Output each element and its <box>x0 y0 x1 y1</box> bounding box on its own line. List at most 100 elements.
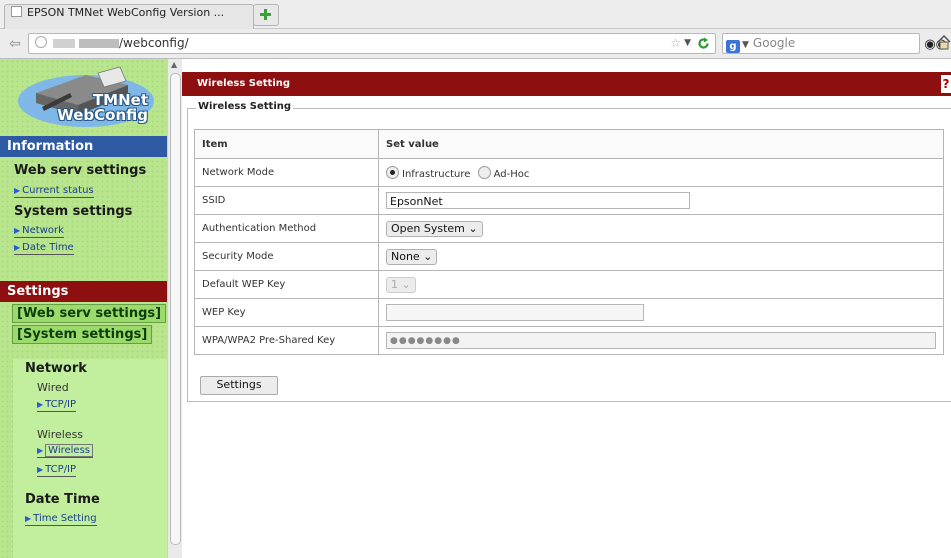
wpa-key-label: WPA/WPA2 Pre-Shared Key <box>194 326 379 355</box>
ssid-input[interactable]: EpsonNet <box>386 192 690 209</box>
wireless-link-label: Wireless <box>45 444 93 457</box>
ssid-cell: EpsonNet <box>378 186 944 215</box>
system-settings-heading: System settings <box>14 204 133 219</box>
tmnet-logo: TMNet WebConfig <box>8 63 163 133</box>
google-icon[interactable]: g <box>726 40 740 53</box>
security-mode-cell: None ⌄ <box>378 242 944 271</box>
main-content: Wireless Setting ? Wireless Setting Item… <box>182 59 951 558</box>
scrollbar-thumb[interactable] <box>170 73 181 545</box>
help-button[interactable]: ? <box>941 75 951 93</box>
table-header-row: Item Set value <box>194 129 944 159</box>
wired-tcpip-link[interactable]: ▶ TCP/IP <box>37 399 77 412</box>
network-label: Network <box>22 225 64 236</box>
new-tab-button[interactable] <box>253 4 279 26</box>
triangle-right-icon: ▶ <box>25 514 32 523</box>
page-icon <box>11 6 22 17</box>
logo-text: TMNet WebConfig <box>38 93 148 123</box>
search-input[interactable]: g ▼ Google ◉◉ <box>722 33 947 54</box>
table-row: Authentication Method Open System ⌄ <box>194 214 944 243</box>
sidebar: TMNet WebConfig Information Web serv set… <box>0 59 167 558</box>
security-mode-select[interactable]: None ⌄ <box>386 248 438 265</box>
triangle-right-icon: ▶ <box>14 186 21 195</box>
default-wep-key-value: 1 <box>391 277 398 291</box>
column-header-value: Set value <box>378 129 944 159</box>
auth-method-cell: Open System ⌄ <box>378 214 944 243</box>
wep-key-cell <box>378 298 944 327</box>
date-time-heading: Date Time <box>25 492 100 507</box>
page-title: Wireless Setting <box>197 78 291 89</box>
site-identity-icon[interactable] <box>35 36 47 48</box>
network-link[interactable]: ▶ Network <box>14 225 64 238</box>
page-banner: Wireless Setting ? <box>182 72 951 96</box>
scroll-up-icon[interactable]: ▲ <box>171 60 177 69</box>
auth-method-label: Authentication Method <box>194 214 379 243</box>
wpa-key-cell: ●●●●●●●● <box>378 326 944 355</box>
time-setting-label: Time Setting <box>33 513 97 524</box>
triangle-right-icon: ▶ <box>37 446 44 455</box>
redacted-host <box>53 39 75 48</box>
current-status-link[interactable]: ▶ Current status <box>14 185 94 198</box>
table-row: Network Mode Infrastructure Ad-Hoc <box>194 158 944 187</box>
adhoc-label: Ad-Hoc <box>493 168 530 180</box>
plus-icon <box>260 9 271 20</box>
network-heading: Network <box>25 361 87 376</box>
wep-key-label: WEP Key <box>194 298 379 327</box>
current-status-label: Current status <box>22 185 94 196</box>
home-icon[interactable] <box>937 35 951 50</box>
time-setting-link[interactable]: ▶ Time Setting <box>25 513 97 526</box>
logo-line2: WebConfig <box>57 106 148 124</box>
default-wep-key-label: Default WEP Key <box>194 270 379 299</box>
table-row: WEP Key <box>194 298 944 327</box>
auth-method-select[interactable]: Open System ⌄ <box>386 220 483 237</box>
adhoc-radio[interactable] <box>477 165 491 179</box>
url-text: /webconfig/ <box>119 36 189 50</box>
bookmark-star-icon[interactable]: ☆ <box>670 34 681 53</box>
table-row: WPA/WPA2 Pre-Shared Key ●●●●●●●● <box>194 326 944 355</box>
network-mode-label: Network Mode <box>194 158 379 187</box>
triangle-right-icon: ▶ <box>14 243 21 252</box>
redacted-host <box>79 39 119 48</box>
wpa-key-input[interactable]: ●●●●●●●● <box>386 332 936 349</box>
tab-title: EPSON TMNet WebConfig Version ... <box>27 6 225 19</box>
column-header-item: Item <box>194 129 379 159</box>
ssid-label: SSID <box>194 186 379 215</box>
table-row: Security Mode None ⌄ <box>194 242 944 271</box>
security-mode-label: Security Mode <box>194 242 379 271</box>
table-row: Default WEP Key 1 ⌄ <box>194 270 944 299</box>
settings-header: Settings <box>0 281 167 302</box>
wireless-label: Wireless <box>37 428 84 441</box>
web-serv-settings-button[interactable]: [Web serv settings] <box>12 304 167 323</box>
wireless-link[interactable]: ▶ Wireless <box>37 444 93 458</box>
system-settings-button[interactable]: [System settings] <box>12 325 153 344</box>
settings-button[interactable]: Settings <box>200 376 278 395</box>
default-wep-key-cell: 1 ⌄ <box>378 270 944 299</box>
wireless-settings-table: Item Set value Network Mode Infrastructu… <box>194 129 944 355</box>
web-serv-settings-heading: Web serv settings <box>14 163 147 178</box>
network-mode-cell: Infrastructure Ad-Hoc <box>378 158 944 187</box>
triangle-right-icon: ▶ <box>14 226 21 235</box>
triangle-right-icon: ▶ <box>37 465 44 474</box>
date-time-link[interactable]: ▶ Date Time <box>14 242 74 255</box>
chevron-down-icon: ⌄ <box>468 221 478 235</box>
reload-icon[interactable] <box>697 37 710 50</box>
wireless-tcpip-link[interactable]: ▶ TCP/IP <box>37 464 77 477</box>
search-engine-dropdown-icon[interactable]: ▼ <box>742 40 749 50</box>
default-wep-key-select[interactable]: 1 ⌄ <box>386 276 416 293</box>
date-time-label: Date Time <box>22 242 74 253</box>
security-mode-value: None <box>391 249 420 263</box>
browser-tab[interactable]: EPSON TMNet WebConfig Version ... <box>4 4 254 29</box>
chevron-down-icon: ⌄ <box>401 277 411 291</box>
wired-label: Wired <box>37 381 69 394</box>
url-bar[interactable]: /webconfig/ ☆ ▼ <box>28 33 716 54</box>
wep-key-input[interactable] <box>386 304 644 321</box>
browser-navbar: ⇦ /webconfig/ ☆ ▼ g ▼ Google ◉◉ <box>0 29 951 59</box>
browser-tabbar: EPSON TMNet WebConfig Version ... <box>0 0 951 29</box>
search-placeholder: Google <box>752 36 796 50</box>
information-header: Information <box>0 136 167 157</box>
triangle-right-icon: ▶ <box>37 400 44 409</box>
table-row: SSID EpsonNet <box>194 186 944 215</box>
history-dropdown-icon[interactable]: ▼ <box>684 34 691 53</box>
infrastructure-radio[interactable] <box>386 165 399 179</box>
back-arrow-icon[interactable]: ⇦ <box>6 35 24 53</box>
chevron-down-icon: ⌄ <box>423 249 433 263</box>
